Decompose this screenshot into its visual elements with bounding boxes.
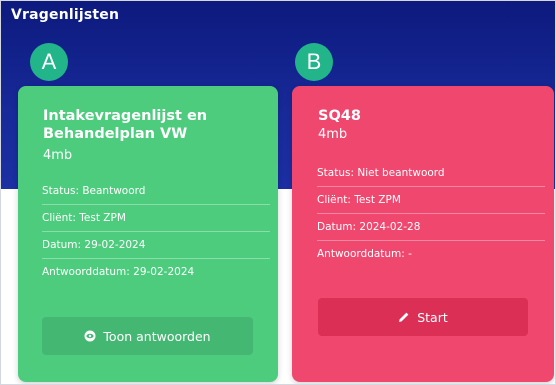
card-size: 4mb	[43, 148, 73, 163]
page-title: Vragenlijsten	[11, 7, 120, 23]
answer-date-row: Antwoorddatum: -	[317, 248, 412, 260]
card-title: SQ48	[318, 108, 361, 124]
card-title: Intakevragenlijst en Behandelplan VW	[43, 108, 208, 142]
card-info-list: Status: Beantwoord Cliënt: Test ZPM Datu…	[42, 178, 270, 285]
badge-a: A	[30, 43, 68, 81]
answer-date-row: Antwoorddatum: 29-02-2024	[42, 266, 195, 278]
page-frame: Vragenlijsten A B Intakevragenlijst en B…	[0, 0, 556, 385]
show-answers-label: Toon antwoorden	[103, 328, 211, 344]
pencil-icon	[398, 311, 410, 323]
start-button[interactable]: Start	[318, 298, 528, 336]
card-size: 4mb	[318, 127, 348, 142]
eye-icon	[84, 330, 96, 342]
status-row: Status: Niet beantwoord	[317, 160, 545, 187]
status-row: Status: Beantwoord	[42, 178, 270, 205]
show-answers-button[interactable]: Toon antwoorden	[42, 317, 253, 355]
client-row: Cliënt: Test ZPM	[42, 205, 270, 232]
questionnaire-card-sq48: SQ48 4mb Status: Niet beantwoord Cliënt:…	[292, 86, 554, 382]
client-row: Cliënt: Test ZPM	[317, 187, 545, 214]
badge-b: B	[295, 43, 333, 81]
date-row: Datum: 2024-02-28	[317, 214, 545, 241]
questionnaire-card-intake: Intakevragenlijst en Behandelplan VW 4mb…	[18, 86, 278, 382]
card-info-list: Status: Niet beantwoord Cliënt: Test ZPM…	[317, 160, 545, 267]
date-row: Datum: 29-02-2024	[42, 232, 270, 259]
start-label: Start	[417, 309, 448, 325]
